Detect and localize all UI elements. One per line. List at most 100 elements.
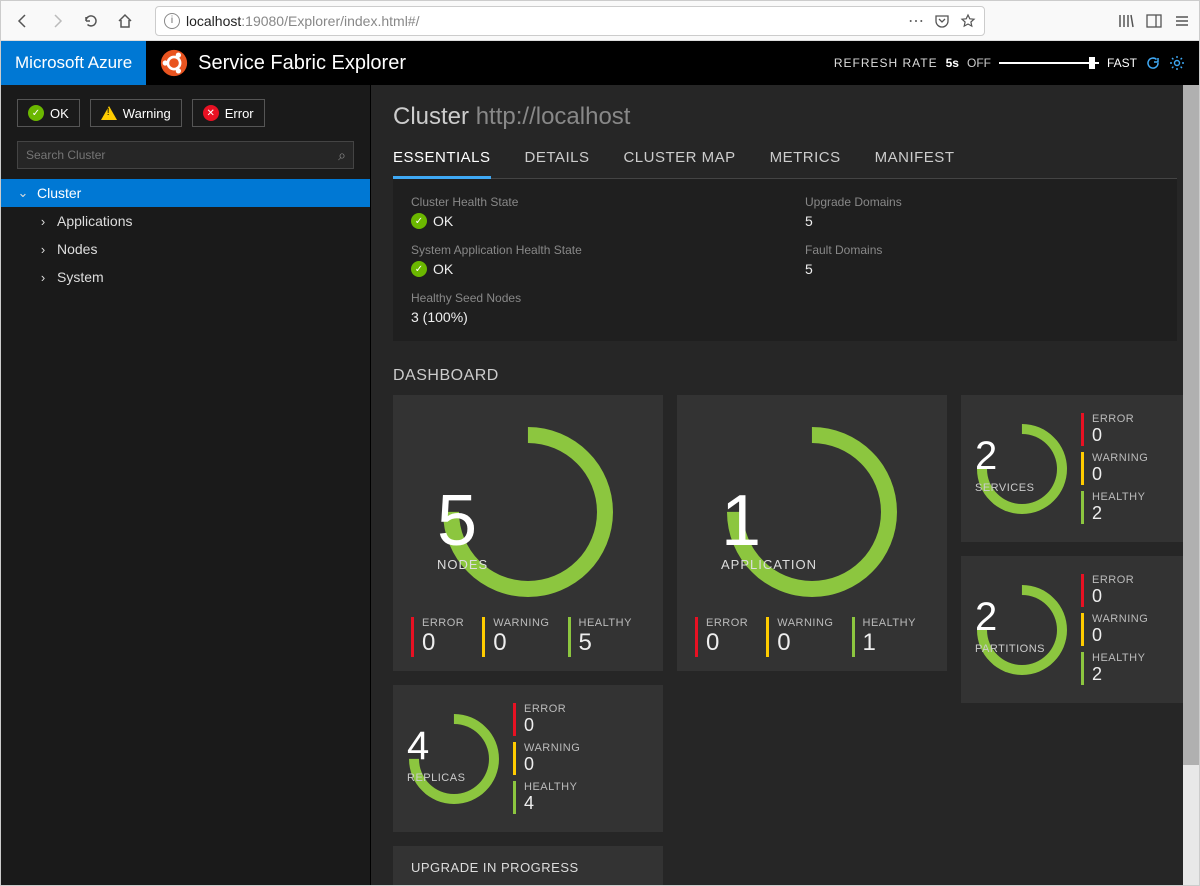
refresh-now-icon[interactable] <box>1145 55 1161 71</box>
nodes-warning: 0 <box>493 629 549 657</box>
app-title: Service Fabric Explorer <box>198 52 406 75</box>
tree-item-applications[interactable]: › Applications <box>1 207 370 235</box>
ess-upgrade-domains-label: Upgrade Domains <box>805 195 1159 209</box>
replicas-healthy: 4 <box>524 793 580 814</box>
stat-label: HEALTHY <box>524 781 580 793</box>
info-icon[interactable]: i <box>164 13 180 29</box>
services-healthy: 2 <box>1092 503 1148 524</box>
library-icon[interactable] <box>1117 12 1135 30</box>
chevron-down-icon: ⌄ <box>17 185 29 201</box>
refresh-slider[interactable] <box>999 62 1099 64</box>
dashboard-card-application: 1 APPLICATION ERROR0 WARNING0 HEALTHY1 <box>677 395 947 671</box>
nodes-count: 5 <box>437 485 488 557</box>
nodes-error: 0 <box>422 629 464 657</box>
filter-ok-button[interactable]: ✓ OK <box>17 99 80 127</box>
back-button[interactable] <box>9 7 37 35</box>
stat-label: WARNING <box>1092 613 1148 625</box>
upgrade-in-progress-card: UPGRADE IN PROGRESS <box>393 846 663 885</box>
stat-label: HEALTHY <box>1092 491 1148 503</box>
home-button[interactable] <box>111 7 139 35</box>
ok-badge-icon: ✓ <box>411 261 427 277</box>
settings-gear-icon[interactable] <box>1169 55 1185 71</box>
replicas-warning: 0 <box>524 754 580 775</box>
ess-fault-domains-label: Fault Domains <box>805 243 1159 257</box>
stat-label: ERROR <box>1092 574 1148 586</box>
url-path: :19080/Explorer/index.html#/ <box>241 13 419 29</box>
nav-tree: ⌄ Cluster › Applications › Nodes › Syste… <box>1 179 370 885</box>
stat-label: ERROR <box>422 617 464 629</box>
services-count: 2 <box>975 434 997 479</box>
ess-seed-nodes-label: Healthy Seed Nodes <box>411 291 765 305</box>
stat-label: WARNING <box>1092 452 1148 464</box>
sidebar: ✓ OK Warning ✕ Error ⌕ <box>1 85 371 885</box>
replicas-count: 4 <box>407 724 429 769</box>
ess-system-app-value: OK <box>433 261 453 277</box>
dashboard-card-replicas: 4 REPLICAS ERROR0 WARNING0 HEALTHY4 <box>393 685 663 832</box>
chevron-right-icon: › <box>37 214 49 229</box>
url-bar[interactable]: i localhost:19080/Explorer/index.html#/ … <box>155 6 985 36</box>
search-input[interactable] <box>17 141 354 169</box>
partitions-error: 0 <box>1092 586 1148 607</box>
menu-icon[interactable] <box>1173 12 1191 30</box>
stat-label: HEALTHY <box>1092 652 1148 664</box>
refresh-off-label: OFF <box>967 56 991 70</box>
upgrade-label: UPGRADE IN PROGRESS <box>411 860 579 875</box>
partitions-count: 2 <box>975 595 997 640</box>
replicas-error: 0 <box>524 715 580 736</box>
stat-label: WARNING <box>524 742 580 754</box>
dashboard-card-partitions: 2 PARTITIONS ERROR0 WARNING0 HEALTHY2 <box>961 556 1199 703</box>
tab-details[interactable]: DETAILS <box>525 141 590 179</box>
stat-label: ERROR <box>1092 413 1148 425</box>
refresh-rate-label: REFRESH RATE <box>834 56 938 70</box>
ok-badge-icon: ✓ <box>411 213 427 229</box>
nodes-healthy: 5 <box>579 629 632 657</box>
application-warning: 0 <box>777 629 833 657</box>
stat-label: HEALTHY <box>863 617 916 629</box>
services-error: 0 <box>1092 425 1148 446</box>
application-healthy: 1 <box>863 629 916 657</box>
ess-system-app-label: System Application Health State <box>411 243 765 257</box>
chevron-right-icon: › <box>37 270 49 285</box>
tree-item-cluster[interactable]: ⌄ Cluster <box>1 179 370 207</box>
tab-metrics[interactable]: METRICS <box>770 141 841 179</box>
filter-ok-label: OK <box>50 106 69 121</box>
services-warning: 0 <box>1092 464 1148 485</box>
tree-item-nodes[interactable]: › Nodes <box>1 235 370 263</box>
main-content: Cluster http://localhost ESSENTIALS DETA… <box>371 85 1199 885</box>
page-actions-icon[interactable]: ⋯ <box>908 11 924 31</box>
partitions-healthy: 2 <box>1092 664 1148 685</box>
slider-handle[interactable] <box>1089 57 1095 69</box>
sidebar-icon[interactable] <box>1145 12 1163 30</box>
filter-warning-button[interactable]: Warning <box>90 99 182 127</box>
search-icon[interactable]: ⌕ <box>338 147 346 164</box>
scrollbar-thumb[interactable] <box>1183 85 1199 765</box>
url-text: localhost:19080/Explorer/index.html#/ <box>186 13 419 29</box>
stat-label: ERROR <box>524 703 580 715</box>
pocket-icon[interactable] <box>934 13 950 29</box>
page-subtitle: http://localhost <box>476 103 631 130</box>
reload-button[interactable] <box>77 7 105 35</box>
partitions-label: PARTITIONS <box>975 643 1045 655</box>
refresh-fast-label: FAST <box>1107 56 1137 70</box>
tab-essentials[interactable]: ESSENTIALS <box>393 141 491 179</box>
filter-error-button[interactable]: ✕ Error <box>192 99 265 127</box>
url-host: localhost <box>186 13 241 29</box>
tab-cluster-map[interactable]: CLUSTER MAP <box>623 141 735 179</box>
ess-cluster-health-value: OK <box>433 213 453 229</box>
application-count: 1 <box>721 485 817 557</box>
ess-seed-nodes-value: 3 (100%) <box>411 309 765 325</box>
tab-manifest[interactable]: MANIFEST <box>875 141 955 179</box>
app-header: Microsoft Azure Service Fabric Explorer … <box>1 41 1199 85</box>
stat-label: WARNING <box>777 617 833 629</box>
tree-item-system[interactable]: › System <box>1 263 370 291</box>
partitions-warning: 0 <box>1092 625 1148 646</box>
dashboard-card-nodes: 5 NODES ERROR0 WARNING0 HEALTHY5 <box>393 395 663 671</box>
filter-error-label: Error <box>225 106 254 121</box>
tab-bar: ESSENTIALS DETAILS CLUSTER MAP METRICS M… <box>393 141 1177 179</box>
services-label: SERVICES <box>975 482 1034 494</box>
tree-label-applications: Applications <box>57 213 133 229</box>
bookmark-star-icon[interactable] <box>960 13 976 29</box>
forward-button[interactable] <box>43 7 71 35</box>
scrollbar[interactable] <box>1183 85 1199 885</box>
filter-warning-label: Warning <box>123 106 171 121</box>
